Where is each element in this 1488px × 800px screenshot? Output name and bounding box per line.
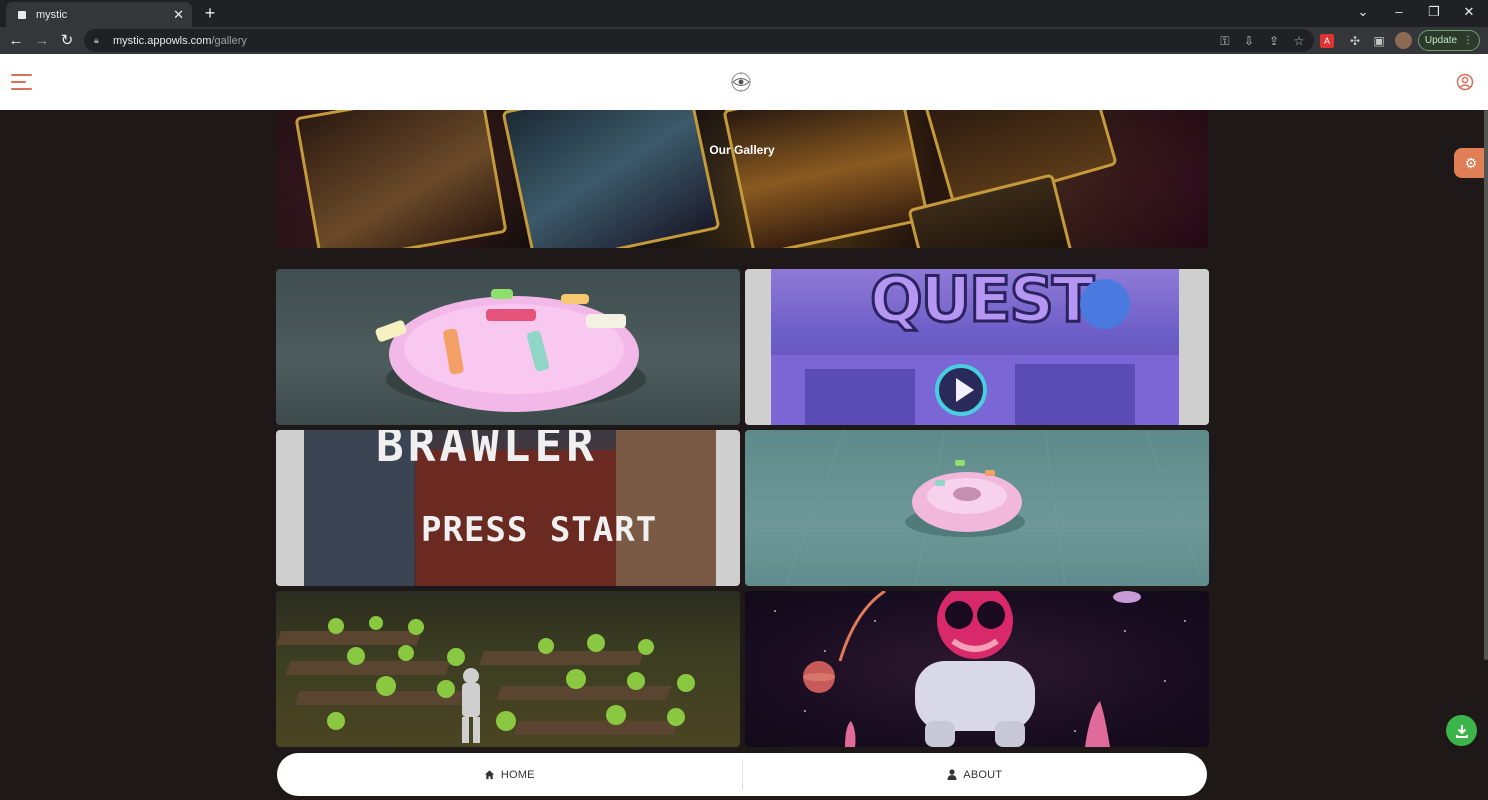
more-menu-icon: ⋮ (1463, 35, 1474, 46)
gallery-item-donut-grid[interactable] (745, 430, 1209, 586)
play-icon (935, 364, 987, 416)
back-icon[interactable]: ← (5, 30, 27, 52)
gallery-item-garden[interactable] (276, 591, 740, 747)
nav-about[interactable]: ABOUT (743, 753, 1208, 796)
astronaut-illustration (774, 591, 1186, 747)
reload-icon[interactable]: ↻ (56, 30, 78, 52)
gallery-item-pink-donut[interactable] (276, 269, 740, 425)
update-button[interactable]: Update ⋮ (1418, 30, 1480, 51)
user-circle-icon[interactable] (1456, 73, 1474, 91)
bottom-nav: HOME ABOUT (277, 753, 1207, 796)
hero-title: Our Gallery (709, 143, 775, 157)
bookmark-star-icon[interactable]: ☆ (1290, 32, 1308, 50)
new-tab-icon[interactable]: + (200, 3, 220, 23)
browser-tab[interactable]: mystic ✕ (6, 2, 192, 27)
close-window-icon[interactable]: ✕ (1454, 2, 1484, 24)
hero-banner: Our Gallery (276, 110, 1208, 248)
user-icon (947, 769, 957, 780)
settings-tab[interactable]: ⚙ (1454, 148, 1488, 178)
nav-about-label: ABOUT (963, 768, 1003, 781)
gear-icon: ⚙ (1464, 154, 1478, 171)
extension-red-icon[interactable]: A (1320, 34, 1334, 48)
browser-tabstrip: mystic ✕ + ⌄ – ❐ ✕ (0, 0, 1488, 27)
address-bar[interactable]: 🔒︎ mystic.appowls.com /gallery (84, 29, 1314, 52)
url-path: /gallery (211, 34, 247, 47)
tab-title: mystic (36, 8, 68, 21)
tab-search-icon[interactable]: ⌄ (1348, 2, 1378, 24)
home-icon (484, 770, 494, 780)
nav-home-label: HOME (500, 768, 535, 781)
press-start-text: PRESS START (421, 510, 658, 550)
download-icon (1455, 724, 1468, 738)
browser-toolbar: ← → ↻ 🔒︎ mystic.appowls.com /gallery ⚿ ⇩… (0, 27, 1488, 54)
eye-logo-icon[interactable] (729, 70, 753, 94)
url-host: mystic.appowls.com (113, 34, 212, 47)
side-panel-icon[interactable]: ▣ (1370, 32, 1388, 50)
restore-icon[interactable]: ❐ (1419, 2, 1449, 24)
forward-icon[interactable]: → (31, 30, 53, 52)
gallery-item-quest[interactable]: QUEST (745, 269, 1209, 425)
install-icon[interactable]: ⇩ (1240, 32, 1258, 50)
favicon-icon (16, 9, 28, 21)
update-label: Update (1424, 35, 1458, 46)
gallery-item-astronaut[interactable] (745, 591, 1209, 747)
nav-home[interactable]: HOME (277, 753, 742, 796)
donut-illustration (375, 289, 646, 412)
gallery-item-brawler[interactable]: BRAWLER PRESS START (276, 430, 740, 586)
page-scrollbar[interactable] (1484, 110, 1488, 660)
profile-avatar[interactable] (1395, 32, 1412, 49)
brawler-title-text: BRAWLER (376, 430, 598, 472)
site-header (0, 54, 1488, 110)
quest-title-text: QUEST (868, 269, 1095, 338)
share-icon[interactable]: ⇪ (1265, 32, 1283, 50)
key-icon[interactable]: ⚿ (1216, 32, 1234, 50)
download-button[interactable] (1446, 715, 1477, 746)
minimize-icon[interactable]: – (1384, 2, 1414, 24)
lock-icon: 🔒︎ (94, 35, 99, 45)
extensions-puzzle-icon[interactable]: ✣ (1346, 32, 1364, 50)
garden-illustration (276, 616, 695, 743)
close-tab-icon[interactable]: ✕ (173, 7, 184, 23)
grid-donut-illustration (745, 430, 1209, 586)
hamburger-icon[interactable] (11, 74, 32, 90)
